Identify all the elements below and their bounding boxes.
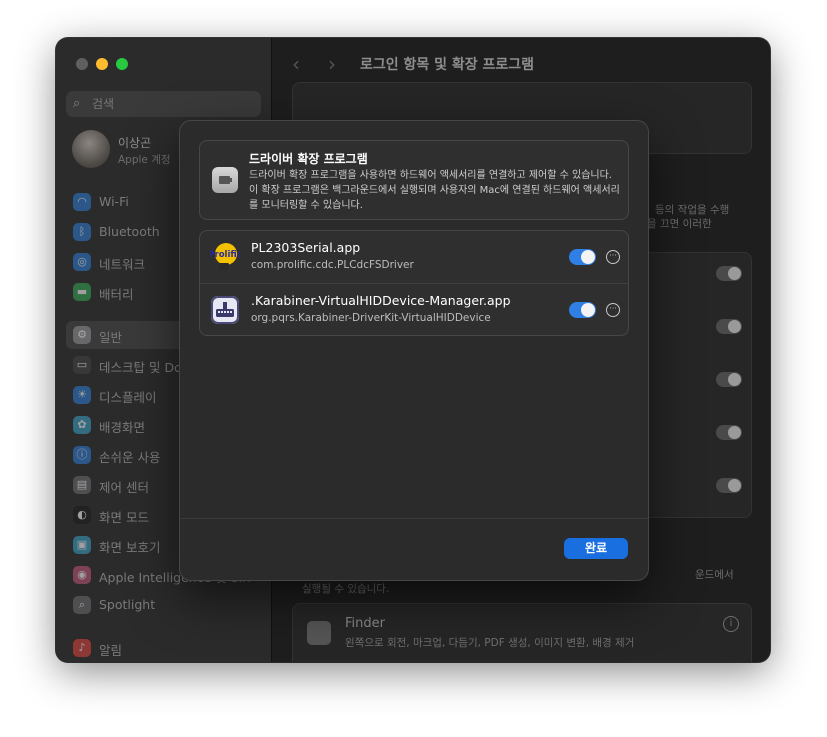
background-toggle[interactable] <box>716 425 742 440</box>
more-options-icon[interactable]: ··· <box>606 303 620 317</box>
extension-name: .Karabiner-VirtualHIDDevice-Manager.app <box>251 293 511 308</box>
finder-title: Finder <box>345 616 385 631</box>
background-toggle[interactable] <box>716 319 742 334</box>
info-box: 드라이버 확장 프로그램 드라이버 확장 프로그램을 사용하면 하드웨어 액세서… <box>199 140 629 220</box>
siri-icon: ◉ <box>73 566 91 584</box>
info-icon[interactable]: i <box>723 616 739 632</box>
background-text: 운드에서 <box>695 569 734 581</box>
karabiner-icon <box>211 296 239 324</box>
driver-extensions-sheet: 드라이버 확장 프로그램 드라이버 확장 프로그램을 사용하면 하드웨어 액세서… <box>180 121 648 580</box>
sidebar-item-label: 알림 <box>99 643 123 658</box>
sidebar-item-label: 화면 보호기 <box>99 540 161 555</box>
sun-icon: ☀ <box>73 386 91 404</box>
extension-list: Prolific PL2303Serial.app com.prolific.c… <box>199 230 629 336</box>
extension-icon <box>212 167 238 193</box>
sidebar-item-label: 화면 모드 <box>99 510 149 525</box>
extension-toggle[interactable] <box>569 249 596 265</box>
dock-icon: ▭ <box>73 356 91 374</box>
sidebar-item-label: Wi-Fi <box>99 194 129 209</box>
profile-name: 이상곤 <box>118 136 152 150</box>
profile-subtitle: Apple 계정 <box>118 154 171 166</box>
gear-icon: ⚙ <box>73 326 91 344</box>
done-button[interactable]: 완료 <box>564 538 628 559</box>
control-center-icon: ▤ <box>73 476 91 494</box>
accessibility-icon: ⓘ <box>73 446 91 464</box>
close-button[interactable] <box>76 58 88 70</box>
list-item: Prolific PL2303Serial.app com.prolific.c… <box>200 231 628 283</box>
prolific-logo-text: Prolific <box>210 250 240 260</box>
screensaver-icon: ▣ <box>73 536 91 554</box>
sheet-footer: 완료 <box>180 518 648 580</box>
bell-icon: ♪ <box>73 639 91 657</box>
globe-icon: ◎ <box>73 253 91 271</box>
zoom-button[interactable] <box>116 58 128 70</box>
sidebar-item-label: 네트워크 <box>99 257 146 272</box>
extension-bundle-id: org.pqrs.Karabiner-DriverKit-VirtualHIDD… <box>251 312 491 324</box>
background-toggle[interactable] <box>716 478 742 493</box>
wifi-icon: ◠ <box>73 193 91 211</box>
avatar <box>72 130 110 168</box>
back-button[interactable]: ‹ <box>292 52 300 76</box>
forward-button[interactable]: › <box>328 52 336 76</box>
sidebar-item-label: 손쉬운 사용 <box>99 450 161 465</box>
sidebar-item-label: 일반 <box>99 330 123 345</box>
info-title: 드라이버 확장 프로그램 <box>249 152 368 166</box>
background-toggle[interactable] <box>716 372 742 387</box>
search-placeholder: 검색 <box>92 97 115 111</box>
extension-name: PL2303Serial.app <box>251 240 361 255</box>
bluetooth-icon: ᛒ <box>73 223 91 241</box>
sidebar-item-label: Spotlight <box>99 597 156 612</box>
background-toggle[interactable] <box>716 266 742 281</box>
sidebar-item-spotlight[interactable]: ⌕ Spotlight <box>66 591 266 619</box>
keyboard-glyph <box>216 302 234 317</box>
extension-toggle[interactable] <box>569 302 596 318</box>
list-item: .Karabiner-VirtualHIDDevice-Manager.app … <box>200 283 628 336</box>
finder-card: Finder 왼쪽으로 회전, 마크업, 다듬기, PDF 생성, 이미지 변환… <box>292 603 752 662</box>
search-icon: ⌕ <box>73 96 81 111</box>
sidebar-item-label: 디스플레이 <box>99 390 157 405</box>
sidebar-item-label: 배터리 <box>99 287 134 302</box>
sidebar-item-label: 제어 센터 <box>99 480 149 495</box>
finder-description: 왼쪽으로 회전, 마크업, 다듬기, PDF 생성, 이미지 변환, 배경 제거 <box>345 637 635 649</box>
background-text: 등의 작업을 수행 <box>655 204 730 216</box>
appearance-icon: ◐ <box>73 506 91 524</box>
background-text: 을 끄면 이러한 <box>647 218 712 230</box>
background-text: 실행될 수 있습니다. <box>302 583 390 595</box>
sidebar-item-label: 배경화면 <box>99 420 146 435</box>
sidebar-item-label: Bluetooth <box>99 224 160 239</box>
search-icon: ⌕ <box>73 596 91 614</box>
battery-icon: ▬ <box>73 283 91 301</box>
more-options-icon[interactable]: ··· <box>606 250 620 264</box>
finder-icon <box>307 621 331 645</box>
minimize-button[interactable] <box>96 58 108 70</box>
info-description: 드라이버 확장 프로그램을 사용하면 하드웨어 액세서리를 연결하고 제어할 수… <box>249 170 620 211</box>
prolific-icon: Prolific <box>210 243 240 270</box>
sidebar-item-notifications[interactable]: ♪ 알림 <box>66 634 266 662</box>
search-input[interactable]: ⌕ 검색 <box>66 91 261 117</box>
extension-bundle-id: com.prolific.cdc.PLCdcFSDriver <box>251 259 414 271</box>
flower-icon: ✿ <box>73 416 91 434</box>
page-title: 로그인 항목 및 확장 프로그램 <box>360 57 535 73</box>
